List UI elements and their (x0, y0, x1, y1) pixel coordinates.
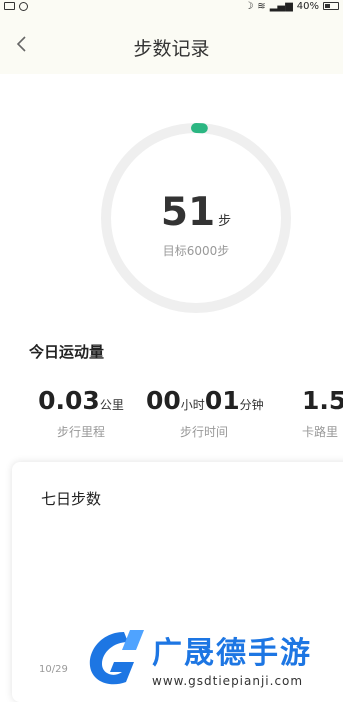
calorie-metric: 1.5千 卡路里 (302, 386, 343, 440)
distance-label: 步行里程 (56, 425, 105, 439)
calorie-value: 1.5 (302, 386, 343, 415)
distance-value: 0.03 (38, 386, 100, 415)
site-watermark: 广晟德手游 www.gsdtiepianji.com (84, 628, 343, 700)
distance-metric: 0.03公里 步行里程 (29, 386, 133, 440)
battery-percent: 40% (296, 0, 319, 12)
time-hours: 00 (146, 386, 181, 415)
step-count-value: 51 (160, 190, 216, 235)
today-activity-title: 今日运动量 (29, 343, 105, 361)
time-hours-unit: 小时 (180, 398, 205, 412)
gallery-notification-icon (4, 2, 15, 10)
step-goal: 目标6000步 (162, 244, 230, 258)
seven-day-steps-title: 七日步数 (41, 490, 102, 508)
page-title: 步数记录 (133, 38, 210, 60)
step-count: 51 步 (96, 190, 296, 235)
do-not-disturb-icon: ☽ (244, 0, 254, 12)
signal-icon: ▂▄▆ (269, 0, 293, 12)
time-minutes-unit: 分钟 (239, 398, 264, 412)
calorie-label: 卡路里 (302, 425, 339, 439)
time-metric: 00小时01分钟 步行时间 (146, 386, 264, 440)
chart-date-label: 10/29 (39, 664, 68, 675)
distance-unit: 公里 (99, 398, 124, 412)
status-bar: ☽ ≋ ▂▄▆ 40% (0, 0, 343, 12)
watermark-url: www.gsdtiepianji.com (152, 674, 304, 688)
time-label: 步行时间 (179, 425, 228, 439)
navigation-bar: 步数记录 (0, 12, 343, 74)
watermark-text: 广晟德手游 (152, 636, 312, 671)
step-count-unit: 步 (218, 214, 232, 229)
battery-icon (323, 2, 339, 10)
emoji-notification-icon (19, 1, 28, 11)
wifi-icon: ≋ (257, 0, 266, 12)
time-minutes: 01 (204, 386, 240, 415)
step-progress-ring: 51 步 目标6000步 (96, 118, 296, 318)
watermark-logo-icon (89, 630, 144, 685)
